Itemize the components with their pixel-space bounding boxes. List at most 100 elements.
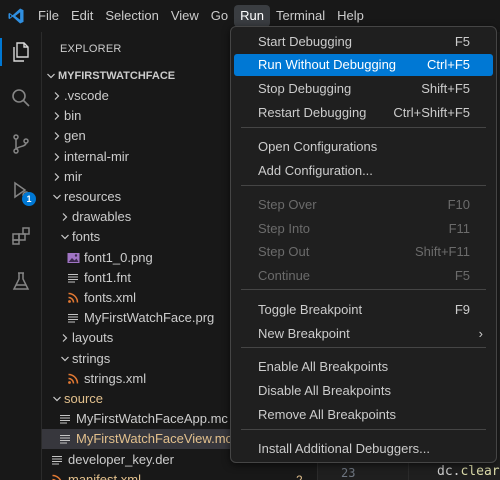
tree-item-label: internal-mir <box>64 148 130 164</box>
tree-item-label: layouts <box>72 330 114 346</box>
chevron-down-icon <box>50 389 64 409</box>
tree-item-label: source <box>64 391 104 406</box>
menu-file[interactable]: File <box>32 5 65 27</box>
search-icon[interactable] <box>0 78 42 118</box>
menu-terminal[interactable]: Terminal <box>270 5 331 27</box>
menu-edit[interactable]: Edit <box>65 5 99 27</box>
chevron-right-icon <box>58 328 72 348</box>
menu-item-label: Step Over <box>258 197 317 212</box>
chevron-right-icon <box>50 167 64 187</box>
menu-item-label: Add Configuration... <box>258 163 373 178</box>
menu-item-stop-debugging[interactable]: Stop Debugging Shift+F5 <box>234 78 493 100</box>
chevron-down-icon <box>44 66 58 86</box>
menu-item-enable-all-breakpoints[interactable]: Enable All Breakpoints <box>234 356 493 378</box>
menu-selection[interactable]: Selection <box>99 5 164 27</box>
testing-flask-icon[interactable] <box>0 262 42 302</box>
tree-item-label: fonts.xml <box>84 290 137 305</box>
text-file-icon <box>66 308 80 328</box>
rss-xml-file-icon <box>66 288 80 308</box>
tree-item-label: font1.fnt <box>84 269 131 285</box>
rss-xml-file-icon <box>66 369 80 389</box>
vscode-logo-icon <box>0 0 32 32</box>
menu-item-step-into: Step Into F11 <box>234 218 493 240</box>
rss-xml-file-icon <box>50 470 64 480</box>
text-file-icon <box>58 429 72 449</box>
tree-item-label: .vscode <box>64 88 109 103</box>
menu-item-label: Step Out <box>258 244 310 259</box>
keyboard-shortcut: F11 <box>448 221 470 236</box>
activity-bar: 1 <box>0 32 42 480</box>
menu-item-label: Start Debugging <box>258 34 352 49</box>
menu-item-disable-all-breakpoints[interactable]: Disable All Breakpoints <box>234 380 493 402</box>
menu-item-label: Install Additional Debuggers... <box>258 441 430 456</box>
menu-item-label: Step Into <box>258 221 311 236</box>
keyboard-shortcut: F5 <box>454 268 470 283</box>
run-and-debug-icon[interactable]: 1 <box>0 170 42 210</box>
tree-item-label: drawables <box>72 209 132 225</box>
keyboard-shortcut: F9 <box>454 302 470 317</box>
tree-item-label: strings <box>72 350 111 366</box>
menu-item-restart-debugging[interactable]: Restart Debugging Ctrl+Shift+F5 <box>234 102 493 124</box>
menu-separator <box>241 347 486 348</box>
menu-item-label: Run Without Debugging <box>258 57 397 72</box>
menu-item-label: Continue <box>258 268 311 283</box>
menu-item-add-configuration[interactable]: Add Configuration... <box>234 160 493 182</box>
menu-item-run-without-debugging[interactable]: Run Without Debugging Ctrl+F5 <box>234 54 493 76</box>
tree-item-label: developer_key.der <box>68 451 174 467</box>
menu-item-open-configurations[interactable]: Open Configurations <box>234 136 493 158</box>
line-number: 23 <box>341 466 356 480</box>
chevron-right-icon <box>50 106 64 126</box>
chevron-right-icon: › <box>478 326 483 341</box>
code-function: clear( <box>460 464 500 479</box>
chevron-right-icon <box>58 207 72 227</box>
menu-help[interactable]: Help <box>331 5 370 27</box>
menu-item-new-breakpoint[interactable]: New Breakpoint › <box>234 323 493 345</box>
code-prefix: dc. <box>437 464 461 479</box>
menu-item-start-debugging[interactable]: Start Debugging F5 <box>234 31 493 53</box>
menu-item-label: Remove All Breakpoints <box>258 407 397 422</box>
tree-item-label: resources <box>64 189 122 204</box>
debug-badge: 1 <box>22 192 36 206</box>
menu-run[interactable]: Run <box>234 5 270 27</box>
keyboard-shortcut: Shift+F5 <box>421 81 470 96</box>
menu-separator <box>241 429 486 430</box>
extensions-icon[interactable] <box>0 216 42 256</box>
menu-item-label: Stop Debugging <box>258 81 352 96</box>
text-file-icon <box>66 268 80 288</box>
text-file-icon <box>58 409 72 429</box>
menu-go[interactable]: Go <box>205 5 234 27</box>
menu-item-remove-all-breakpoints[interactable]: Remove All Breakpoints <box>234 404 493 426</box>
menu-item-label: Toggle Breakpoint <box>258 302 363 317</box>
menu-item-continue: Continue F5 <box>234 265 493 287</box>
keyboard-shortcut: Shift+F11 <box>414 244 470 259</box>
menu-separator <box>241 127 486 128</box>
menu-item-label: Disable All Breakpoints <box>258 383 391 398</box>
menu-item-step-out: Step Out Shift+F11 <box>234 241 493 263</box>
code-line[interactable]: dc.clear( <box>437 464 500 479</box>
tree-item-label: mir <box>64 168 83 184</box>
menu-item-label: Open Configurations <box>258 139 378 154</box>
keyboard-shortcut: Ctrl+Shift+F5 <box>393 105 470 120</box>
source-control-icon[interactable] <box>0 124 42 164</box>
tree-item-label: strings.xml <box>84 370 147 386</box>
menu-view[interactable]: View <box>165 5 205 27</box>
tree-item-label: fonts <box>72 229 101 245</box>
explorer-icon[interactable] <box>0 32 42 72</box>
keyboard-shortcut: F10 <box>447 197 470 212</box>
root-folder-label: MYFIRSTWATCHFACE <box>58 70 176 82</box>
menu-item-step-over: Step Over F10 <box>234 194 493 216</box>
image-file-icon <box>66 248 80 268</box>
tree-item-label: gen <box>64 128 86 144</box>
file-manifest-xml[interactable]: manifest.xml 2 <box>42 470 317 480</box>
tree-item-label: manifest.xml <box>68 471 141 480</box>
chevron-down-icon <box>58 227 72 247</box>
chevron-down-icon <box>58 349 72 369</box>
menu-item-toggle-breakpoint[interactable]: Toggle Breakpoint F9 <box>234 299 493 321</box>
menu-item-install-additional-debuggers[interactable]: Install Additional Debuggers... <box>234 438 493 460</box>
menu-separator <box>241 289 486 290</box>
chevron-right-icon <box>50 126 64 146</box>
chevron-right-icon <box>50 86 64 106</box>
keyboard-shortcut: Ctrl+F5 <box>427 57 470 72</box>
chevron-right-icon <box>50 147 64 167</box>
text-file-icon <box>50 450 64 470</box>
